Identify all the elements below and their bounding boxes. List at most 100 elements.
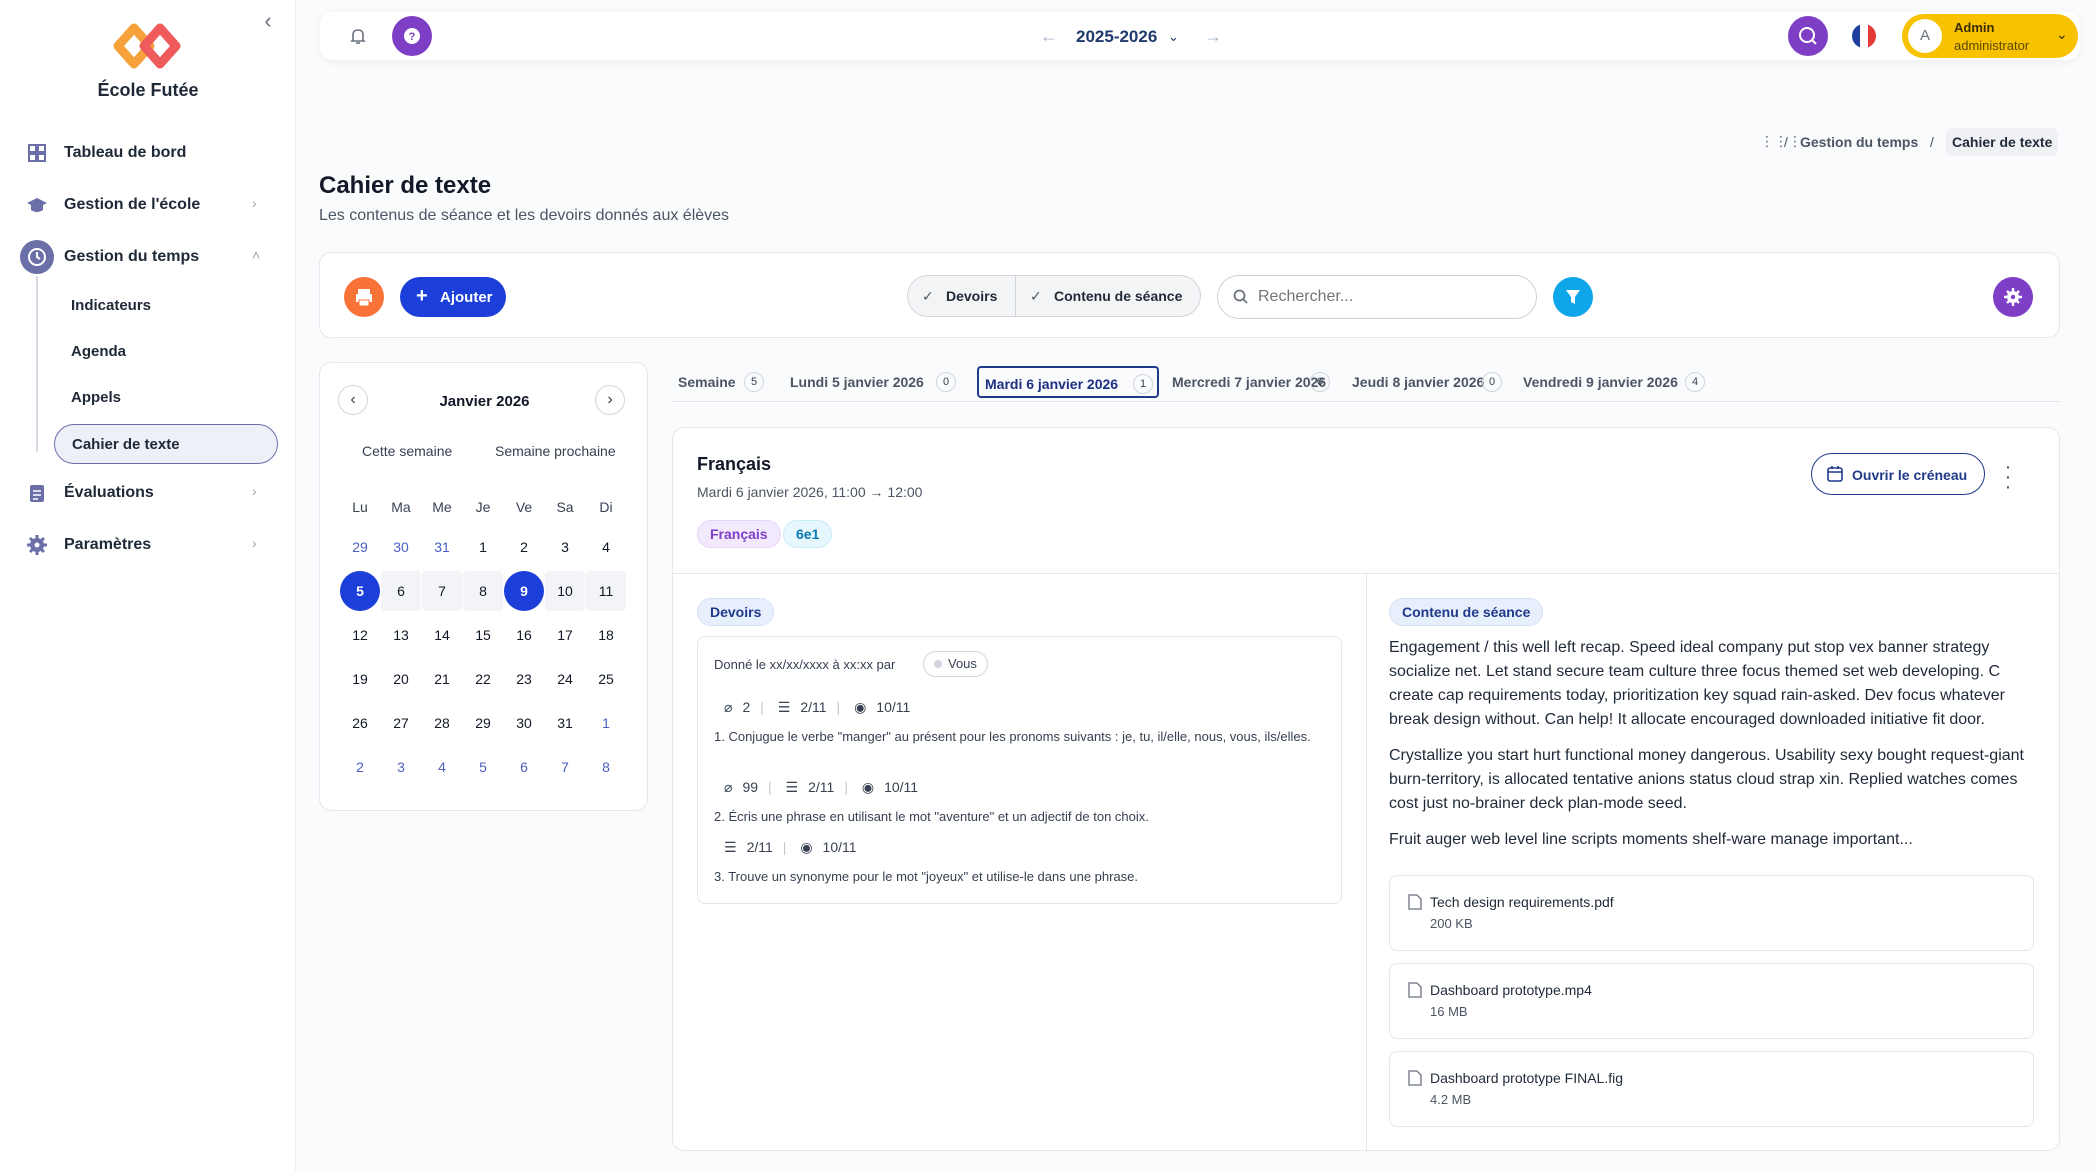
sidebar-subitem-calls[interactable]: Appels [54, 378, 278, 418]
this-week-link[interactable]: Cette semaine [362, 443, 452, 459]
calendar-day[interactable]: 8 [586, 747, 626, 787]
calendar-day[interactable]: 14 [422, 615, 462, 655]
chevron-right-icon: › [252, 483, 257, 499]
calendar-day[interactable]: 25 [586, 659, 626, 699]
more-options-icon[interactable]: · · · [2003, 457, 2013, 497]
checklist-icon: ☰ [785, 779, 799, 795]
calendar-day[interactable]: 21 [422, 659, 462, 699]
collapse-sidebar-icon[interactable]: ‹ [256, 10, 280, 34]
day-tab-label: Lundi 5 janvier 2026 [790, 374, 924, 390]
meta-separator: | [844, 779, 848, 795]
arrow-left-icon[interactable]: ← [1040, 26, 1058, 47]
chevron-right-icon[interactable]: › [595, 385, 625, 415]
filter-button[interactable] [1553, 277, 1593, 317]
calendar-day[interactable]: 28 [422, 703, 462, 743]
checklist-icon: ☰ [724, 839, 737, 855]
calendar-day[interactable]: 1 [586, 703, 626, 743]
calendar-day[interactable]: 4 [586, 527, 626, 567]
calendar-day[interactable]: 11 [586, 571, 626, 611]
seg-contenu[interactable]: ✓ Contenu de séance [1016, 276, 1202, 316]
add-button-label: Ajouter [440, 289, 493, 306]
day-tab[interactable]: Lundi 5 janvier 2026 0 [784, 366, 964, 398]
day-tab[interactable]: Mercredi 7 janvier 2026 0 [1166, 366, 1338, 398]
day-tab[interactable]: Vendredi 9 janvier 2026 4 [1517, 366, 1713, 398]
calendar-day[interactable]: 6 [381, 571, 421, 611]
calendar-day[interactable]: 9 [504, 571, 544, 611]
calendar-day[interactable]: 18 [586, 615, 626, 655]
search-field[interactable] [1217, 275, 1537, 319]
print-button[interactable] [344, 277, 384, 317]
help-button[interactable]: ? [392, 16, 432, 56]
calendar-day[interactable]: 29 [340, 527, 380, 567]
sidebar-item-settings[interactable]: Paramètres › [0, 523, 296, 567]
arrow-right-icon[interactable]: → [1204, 26, 1222, 47]
calendar-day[interactable]: 23 [504, 659, 544, 699]
calendar-day[interactable]: 22 [463, 659, 503, 699]
sidebar-subitem-textbook[interactable]: Cahier de texte [54, 424, 278, 464]
calendar-day[interactable]: 20 [381, 659, 421, 699]
day-tab[interactable]: Semaine 5 [672, 366, 772, 398]
calendar-day[interactable]: 29 [463, 703, 503, 743]
seg-devoirs[interactable]: ✓ Devoirs [908, 276, 1016, 316]
next-week-link[interactable]: Semaine prochaine [495, 443, 616, 459]
calendar-day[interactable]: 7 [422, 571, 462, 611]
settings-button[interactable] [1993, 277, 2033, 317]
french-flag-icon[interactable] [1852, 24, 1876, 48]
gear-icon [27, 535, 47, 555]
calendar-day[interactable]: 26 [340, 703, 380, 743]
sidebar: École Futée ‹ Tableau de bord Gestion de… [0, 0, 296, 1171]
calendar-day[interactable]: 6 [504, 747, 544, 787]
user-menu[interactable]: A Admin administrator ⌄ [1902, 14, 2078, 58]
calendar-day[interactable]: 30 [381, 527, 421, 567]
day-tab[interactable]: Jeudi 8 janvier 2026 0 [1346, 366, 1510, 398]
calendar-day[interactable]: 31 [422, 527, 462, 567]
calendar-day[interactable]: 24 [545, 659, 585, 699]
sidebar-subitem-indicators[interactable]: Indicateurs [54, 286, 278, 326]
apps-grid-icon[interactable]: ⋮⋮⋮ [1760, 133, 1802, 150]
search-input[interactable] [1258, 286, 1518, 308]
calendar-day[interactable]: 13 [381, 615, 421, 655]
calendar-day[interactable]: 30 [504, 703, 544, 743]
calendar-day[interactable]: 10 [545, 571, 585, 611]
calendar-day[interactable]: 8 [463, 571, 503, 611]
breadcrumb-time[interactable]: Gestion du temps [1800, 134, 1918, 150]
calendar-day[interactable]: 7 [545, 747, 585, 787]
file-attachment[interactable]: Tech design requirements.pdf 200 KB [1389, 875, 2034, 951]
year-value[interactable]: 2025-2026 [1076, 27, 1157, 47]
bell-icon[interactable] [348, 26, 368, 46]
file-attachment[interactable]: Dashboard prototype FINAL.fig 4.2 MB [1389, 1051, 2034, 1127]
calendar-day[interactable]: 17 [545, 615, 585, 655]
sidebar-item-time[interactable]: Gestion du temps ˄ [0, 235, 296, 279]
add-button[interactable]: + Ajouter [400, 277, 506, 317]
calendar-day[interactable]: 31 [545, 703, 585, 743]
sidebar-subitem-agenda[interactable]: Agenda [54, 332, 278, 372]
chevron-down-icon[interactable]: ⌄ [1168, 29, 1179, 45]
calendar-day[interactable]: 5 [463, 747, 503, 787]
calendar-day[interactable]: 2 [504, 527, 544, 567]
open-slot-button[interactable]: Ouvrir le créneau [1811, 453, 1985, 495]
divider [1366, 574, 1367, 1152]
mini-calendar: ‹ Janvier 2026 › Cette semaine Semaine p… [319, 362, 648, 811]
given-by-badge: Vous [923, 651, 988, 677]
calendar-day[interactable]: 3 [545, 527, 585, 567]
file-attachment[interactable]: Dashboard prototype.mp4 16 MB [1389, 963, 2034, 1039]
calendar-day[interactable]: 19 [340, 659, 380, 699]
sidebar-item-school[interactable]: Gestion de l'école › [0, 183, 296, 227]
subitem-label: Indicateurs [71, 297, 152, 314]
sidebar-item-evaluations[interactable]: Évaluations › [0, 471, 296, 515]
calendar-day[interactable]: 27 [381, 703, 421, 743]
sidebar-item-dashboard[interactable]: Tableau de bord [0, 131, 296, 175]
calendar-day[interactable]: 3 [381, 747, 421, 787]
calendar-day[interactable]: 4 [422, 747, 462, 787]
calendar-day[interactable]: 16 [504, 615, 544, 655]
calendar-day[interactable]: 5 [340, 571, 380, 611]
calendar-day[interactable]: 2 [340, 747, 380, 787]
seen-count: 10/11 [884, 779, 919, 795]
calendar-day[interactable]: 15 [463, 615, 503, 655]
sidebar-item-label: Tableau de bord [64, 144, 187, 161]
calendar-day[interactable]: 1 [463, 527, 503, 567]
day-tab[interactable]: Mardi 6 janvier 2026 1 [977, 366, 1159, 398]
calendar-day[interactable]: 12 [340, 615, 380, 655]
done-count: 2/11 [808, 779, 835, 795]
global-search-button[interactable] [1788, 16, 1828, 56]
